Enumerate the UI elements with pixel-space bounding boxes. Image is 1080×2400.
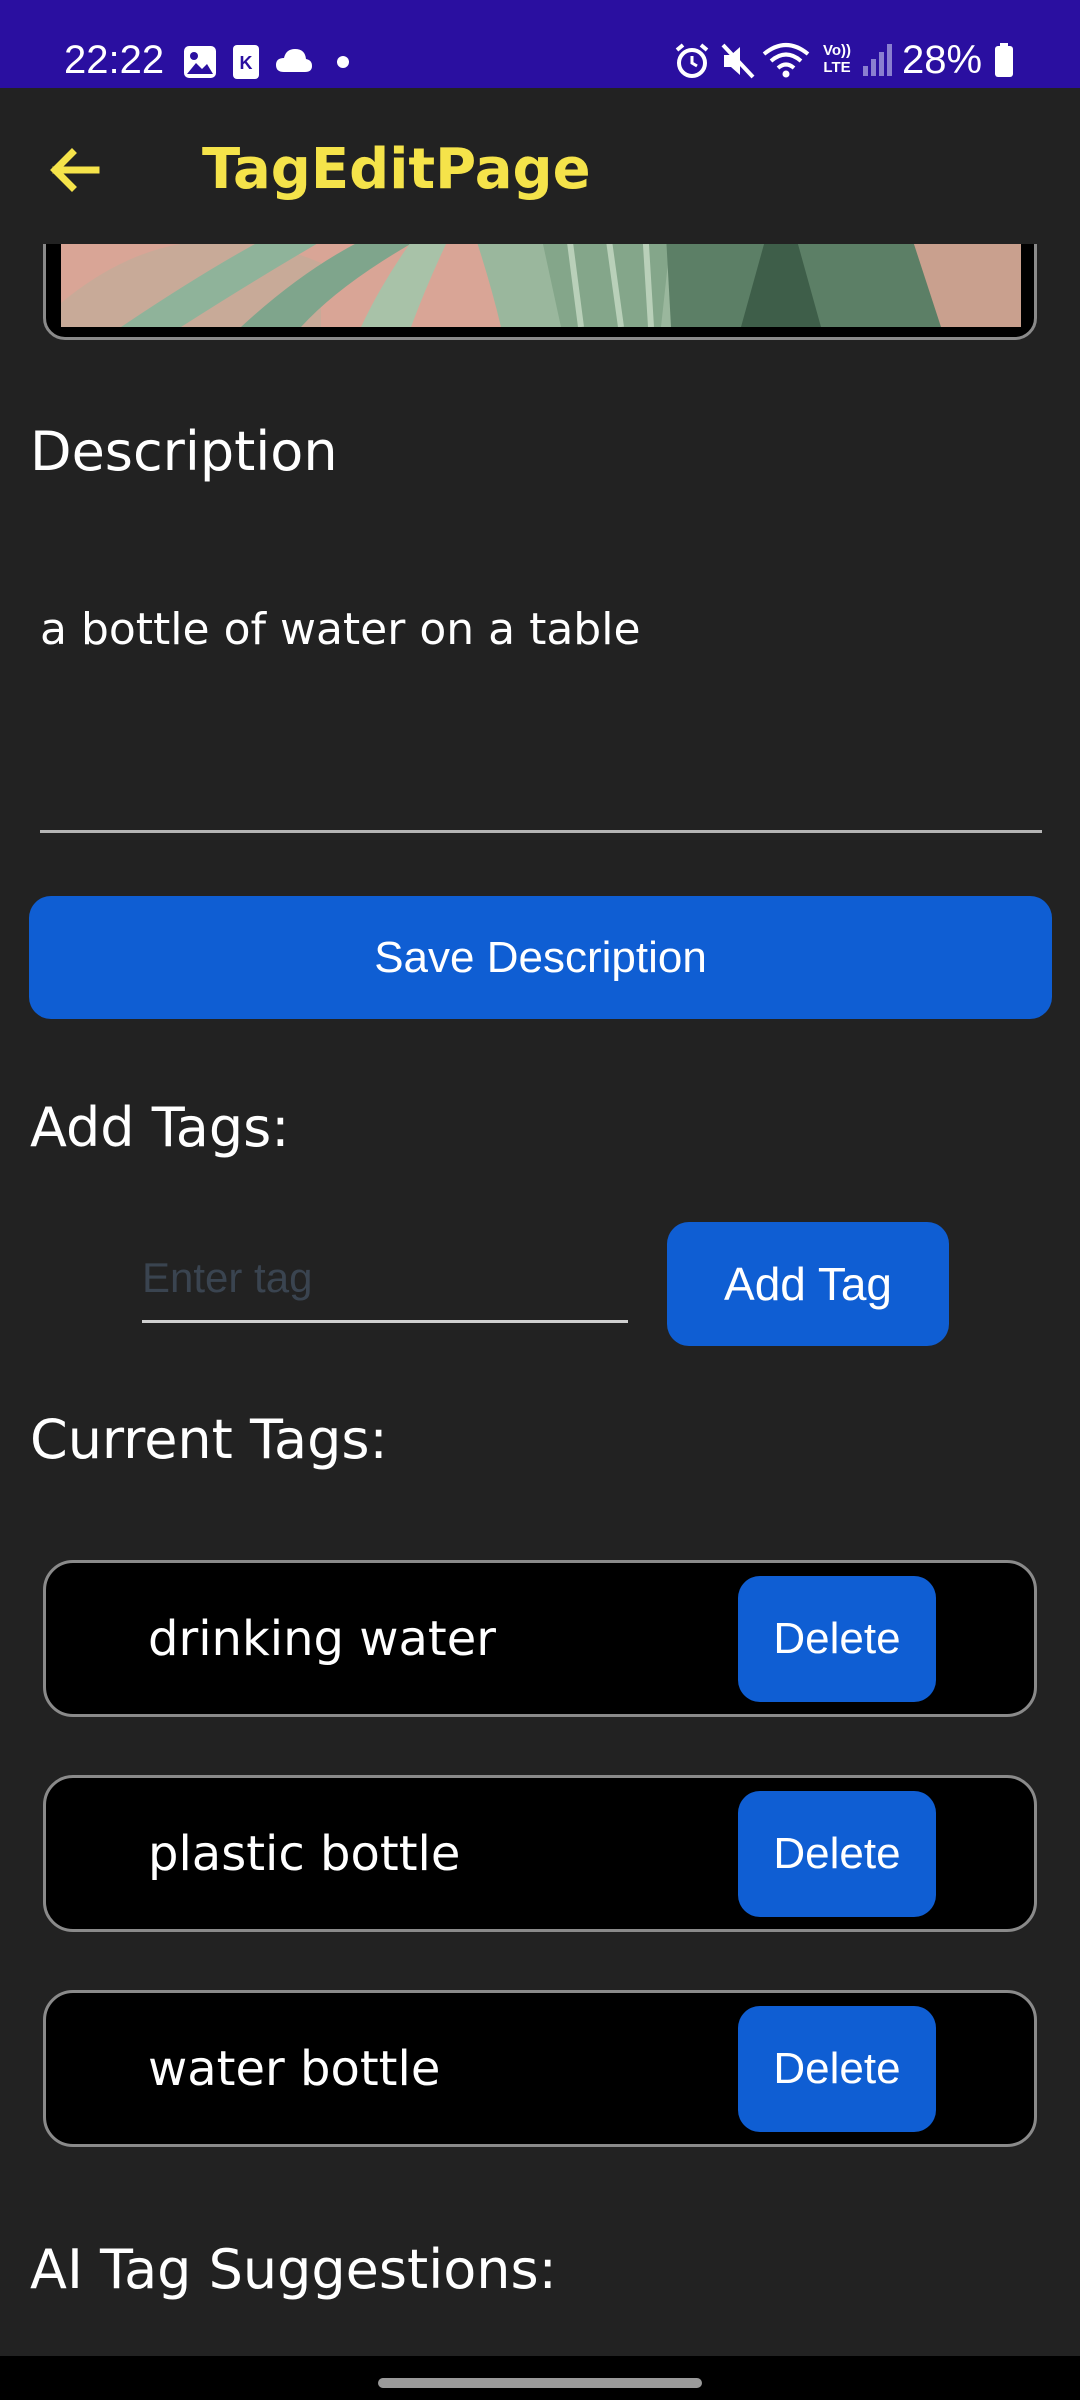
home-indicator[interactable] xyxy=(378,2378,702,2388)
delete-tag-button[interactable]: Delete xyxy=(738,1576,936,1702)
tag-row: water bottle Delete xyxy=(43,1990,1037,2147)
tag-label: water bottle xyxy=(148,2041,441,2097)
mute-icon xyxy=(720,42,756,84)
page-title: TagEditPage xyxy=(202,137,591,202)
save-description-button[interactable]: Save Description xyxy=(29,896,1052,1019)
description-input[interactable]: a bottle of water on a table xyxy=(40,580,1042,833)
dot-icon xyxy=(336,54,350,73)
tag-input-placeholder: Enter tag xyxy=(142,1254,313,1301)
arrow-left-icon xyxy=(50,148,100,192)
description-heading: Description xyxy=(30,420,338,483)
description-input-value: a bottle of water on a table xyxy=(40,604,641,655)
volte-icon: Vo)) LTE xyxy=(822,42,852,76)
tag-input[interactable]: Enter tag xyxy=(142,1240,628,1323)
tag-row: drinking water Delete xyxy=(43,1560,1037,1717)
add-tag-button[interactable]: Add Tag xyxy=(667,1222,949,1346)
battery-icon xyxy=(994,42,1014,82)
delete-tag-button[interactable]: Delete xyxy=(738,1791,936,1917)
navigation-bar xyxy=(0,2356,1080,2400)
ai-suggestions-heading: AI Tag Suggestions: xyxy=(30,2238,557,2301)
app-bar: TagEditPage xyxy=(0,88,1080,244)
signal-icon xyxy=(862,42,892,80)
add-tags-heading: Add Tags: xyxy=(30,1096,290,1159)
back-button[interactable] xyxy=(40,134,112,206)
gallery-icon xyxy=(182,44,218,84)
status-time: 22:22 xyxy=(64,38,165,82)
tag-label: plastic bottle xyxy=(148,1826,461,1882)
tag-label: drinking water xyxy=(148,1611,496,1667)
cloud-icon xyxy=(274,46,314,80)
current-tags-heading: Current Tags: xyxy=(30,1408,388,1471)
battery-percentage: 28% xyxy=(902,38,983,82)
delete-tag-button[interactable]: Delete xyxy=(738,2006,936,2132)
tag-row: plastic bottle Delete xyxy=(43,1775,1037,1932)
wifi-icon xyxy=(762,40,810,84)
svg-text:K: K xyxy=(240,53,253,73)
alarm-icon xyxy=(674,42,710,84)
k-app-icon: K xyxy=(232,44,260,84)
status-bar: 22:22 K Vo)) LTE 28% xyxy=(0,0,1080,88)
